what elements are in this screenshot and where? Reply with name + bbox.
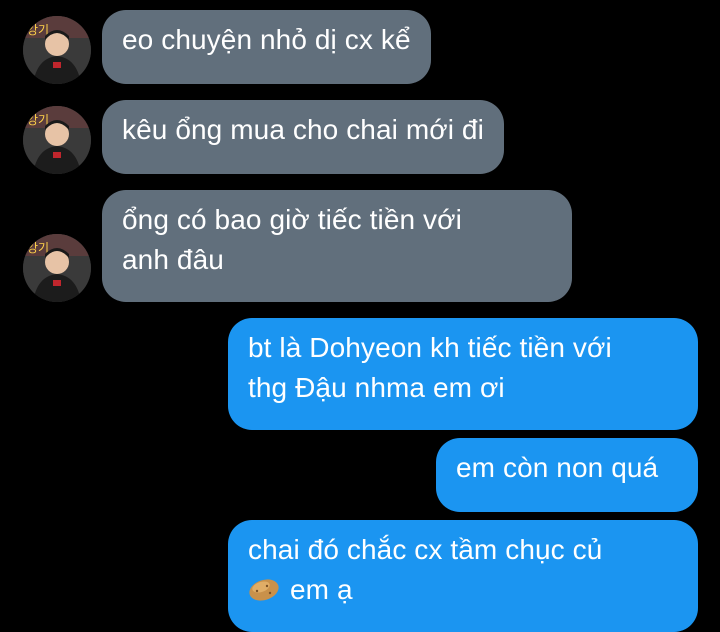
outgoing-message-bubble[interactable]: em còn non quá xyxy=(436,438,698,512)
message-text-line: em ạ xyxy=(248,570,678,610)
message-text-line: anh đâu xyxy=(122,244,224,275)
incoming-message-bubble[interactable]: eo chuyện nhỏ dị cx kể xyxy=(102,10,431,84)
contact-avatar[interactable]: 강기 xyxy=(23,16,91,84)
message-text: em còn non quá xyxy=(456,452,659,483)
outgoing-message-bubble[interactable]: chai đó chắc cx tầm chục củ em ạ xyxy=(228,520,698,632)
svg-text:강기: 강기 xyxy=(27,241,49,255)
svg-text:강기: 강기 xyxy=(27,23,49,37)
svg-text:강기: 강기 xyxy=(27,113,49,127)
message-text: em ạ xyxy=(290,574,353,605)
chat-thread: 강기 eo chuyện nhỏ dị cx kể 강기 kêu ổng mua… xyxy=(0,0,720,632)
message-text-line: thg Đậu nhma em ơi xyxy=(248,372,505,403)
incoming-message-bubble[interactable]: kêu ổng mua cho chai mới đi xyxy=(102,100,504,174)
avatar-photo: 강기 xyxy=(23,234,91,302)
message-text: kêu ổng mua cho chai mới đi xyxy=(122,114,484,145)
contact-avatar[interactable]: 강기 xyxy=(23,234,91,302)
message-text-line: ổng có bao giờ tiếc tiền với xyxy=(122,204,462,235)
message-text-line: bt là Dohyeon kh tiếc tiền với xyxy=(248,332,612,363)
message-text-line: chai đó chắc cx tầm chục củ xyxy=(248,534,603,565)
incoming-message-bubble[interactable]: ổng có bao giờ tiếc tiền với anh đâu xyxy=(102,190,572,302)
avatar-photo: 강기 xyxy=(23,106,91,174)
potato-emoji xyxy=(248,574,280,601)
message-text: eo chuyện nhỏ dị cx kể xyxy=(122,24,411,55)
contact-avatar[interactable]: 강기 xyxy=(23,106,91,174)
outgoing-message-bubble[interactable]: bt là Dohyeon kh tiếc tiền với thg Đậu n… xyxy=(228,318,698,430)
avatar-photo: 강기 xyxy=(23,16,91,84)
